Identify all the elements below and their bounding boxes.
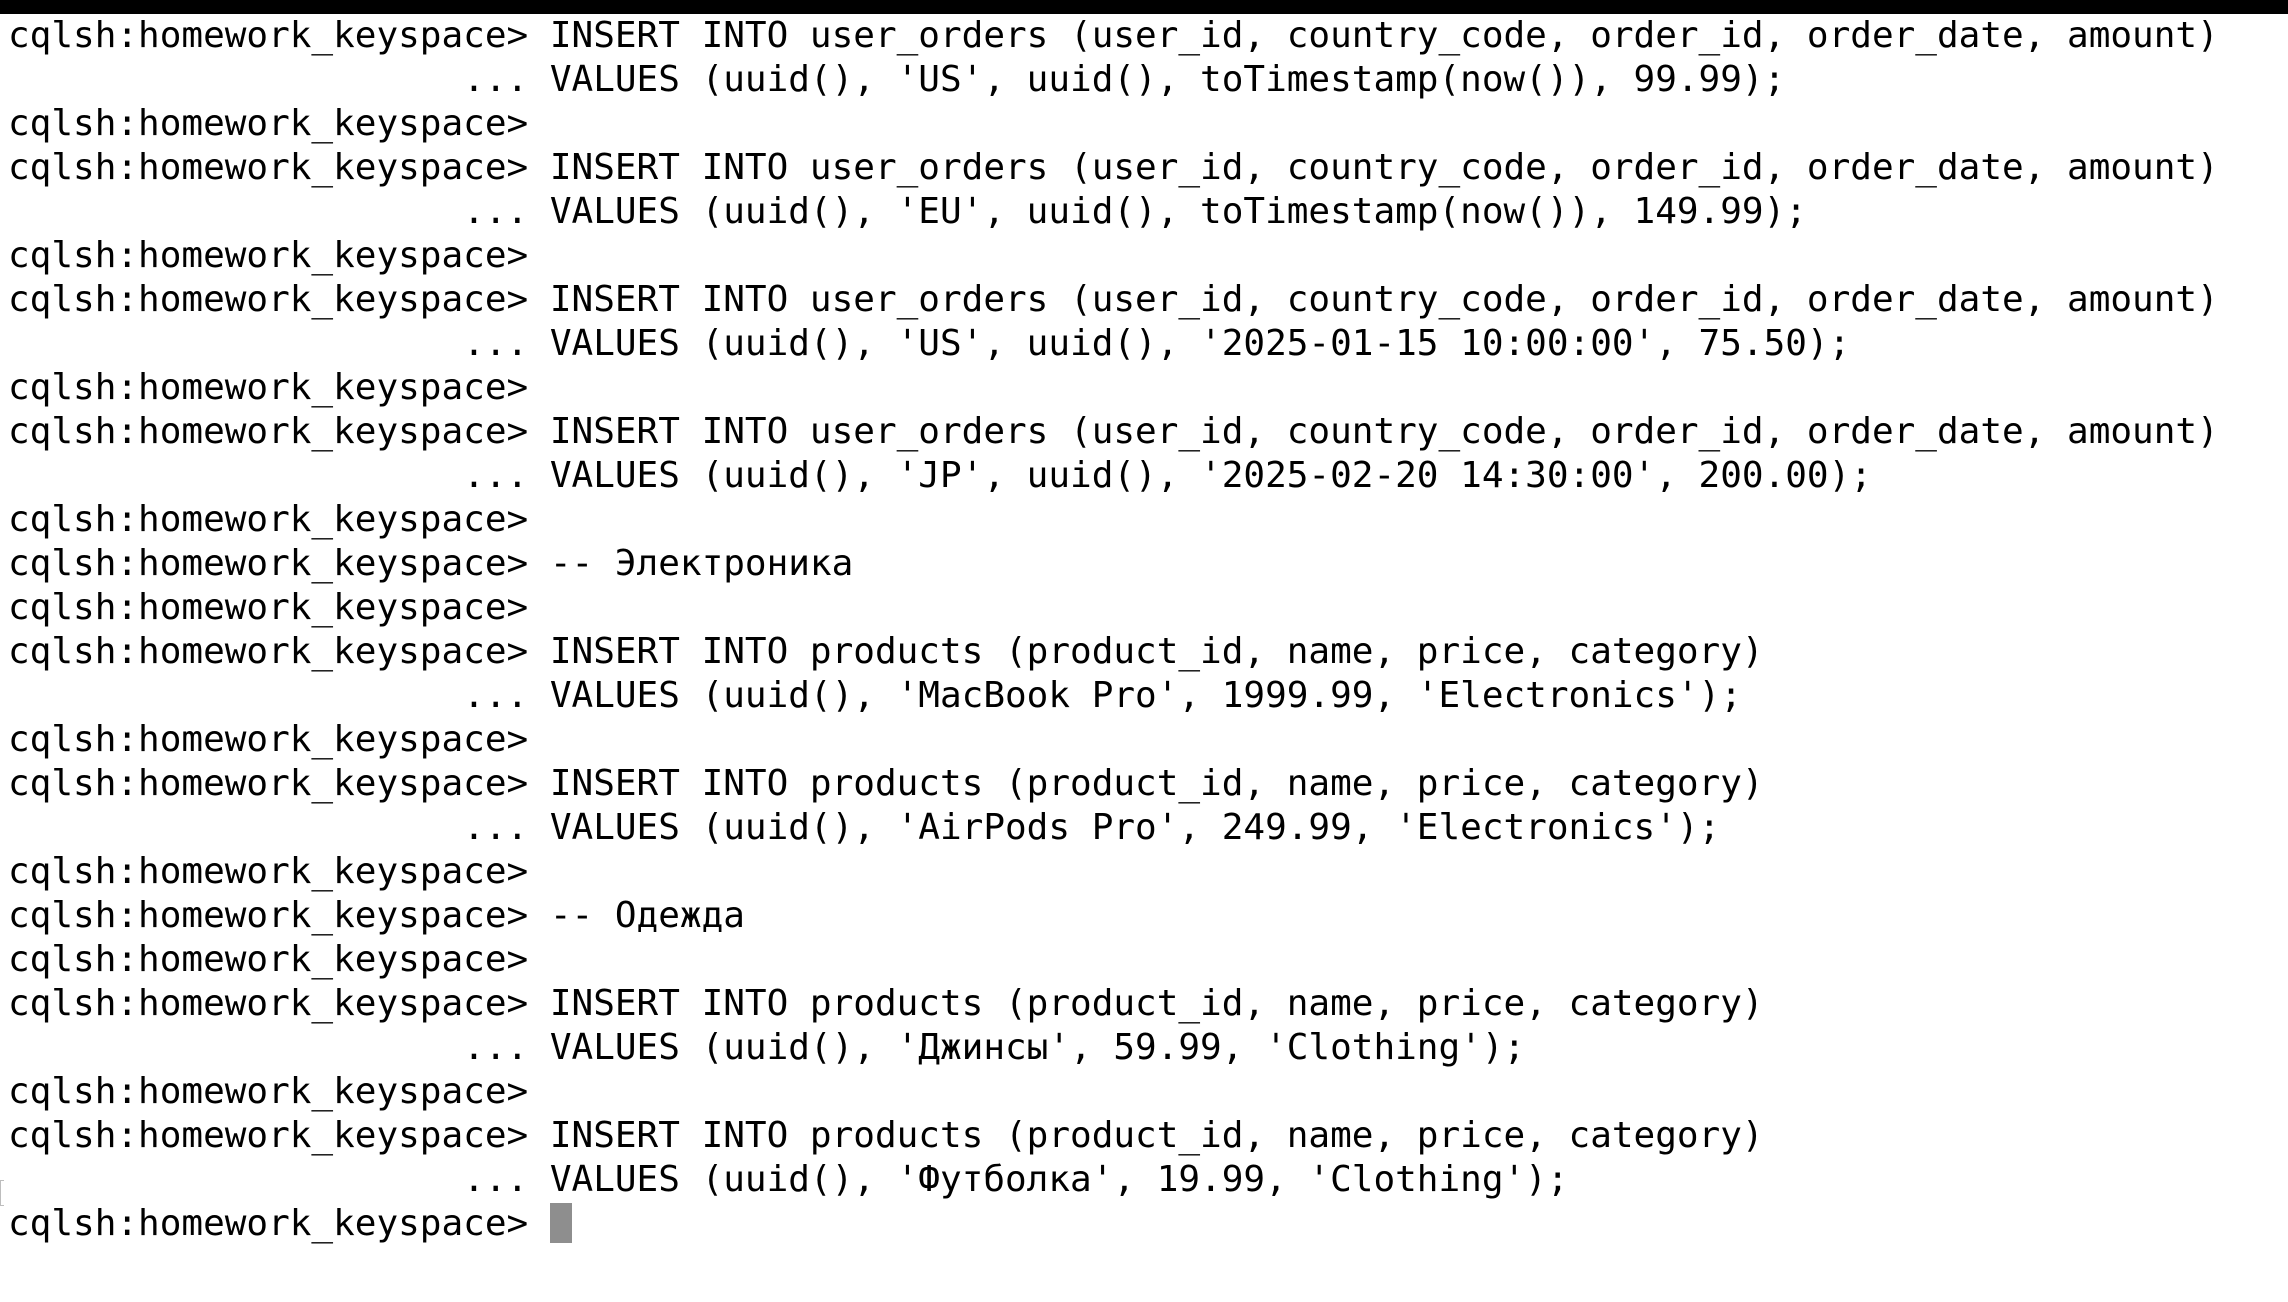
terminal-line: ... VALUES (uuid(), 'JP', uuid(), '2025-…: [8, 455, 1872, 496]
terminal-line: cqlsh:homework_keyspace>: [8, 719, 529, 760]
terminal-line: cqlsh:homework_keyspace> INSERT INTO pro…: [8, 1115, 1764, 1156]
terminal-line: cqlsh:homework_keyspace>: [8, 1071, 529, 1112]
terminal-line: ... VALUES (uuid(), 'MacBook Pro', 1999.…: [8, 675, 1742, 716]
terminal-line: ... VALUES (uuid(), 'US', uuid(), '2025-…: [8, 323, 1851, 364]
terminal-line: cqlsh:homework_keyspace>: [8, 367, 529, 408]
terminal-line: ... VALUES (uuid(), 'Футболка', 19.99, '…: [8, 1159, 1569, 1200]
terminal-line: cqlsh:homework_keyspace>: [8, 851, 529, 892]
scroll-edge-mark: [0, 1180, 4, 1206]
terminal-line: ... VALUES (uuid(), 'EU', uuid(), toTime…: [8, 191, 1807, 232]
terminal-line: cqlsh:homework_keyspace> INSERT INTO use…: [8, 279, 2219, 320]
terminal-line: ... VALUES (uuid(), 'Джинсы', 59.99, 'Cl…: [8, 1027, 1526, 1068]
text-cursor: [549, 1203, 572, 1243]
terminal-line: cqlsh:homework_keyspace> -- Электроника: [8, 543, 854, 584]
terminal-line: ... VALUES (uuid(), 'AirPods Pro', 249.9…: [8, 807, 1721, 848]
terminal-line: cqlsh:homework_keyspace> INSERT INTO pro…: [8, 763, 1764, 804]
terminal-line: cqlsh:homework_keyspace> -- Одежда: [8, 895, 745, 936]
window-top-bar: [0, 0, 2288, 14]
terminal-line: cqlsh:homework_keyspace>: [8, 499, 529, 540]
terminal-prompt-line[interactable]: cqlsh:homework_keyspace>: [8, 1202, 572, 1246]
terminal-line: cqlsh:homework_keyspace>: [8, 103, 529, 144]
terminal-line: cqlsh:homework_keyspace>: [8, 939, 529, 980]
terminal-line: cqlsh:homework_keyspace> INSERT INTO use…: [8, 15, 2219, 56]
terminal-line: cqlsh:homework_keyspace> INSERT INTO use…: [8, 147, 2219, 188]
terminal-line: cqlsh:homework_keyspace> INSERT INTO use…: [8, 411, 2219, 452]
terminal-line: ... VALUES (uuid(), 'US', uuid(), toTime…: [8, 59, 1786, 100]
terminal-output[interactable]: cqlsh:homework_keyspace> INSERT INTO use…: [0, 14, 2288, 1302]
terminal-line: cqlsh:homework_keyspace>: [8, 235, 529, 276]
terminal-line: cqlsh:homework_keyspace> INSERT INTO pro…: [8, 983, 1764, 1024]
terminal-line: cqlsh:homework_keyspace> INSERT INTO pro…: [8, 631, 1764, 672]
terminal-prompt: cqlsh:homework_keyspace>: [8, 1203, 550, 1244]
terminal-line: cqlsh:homework_keyspace>: [8, 587, 529, 628]
